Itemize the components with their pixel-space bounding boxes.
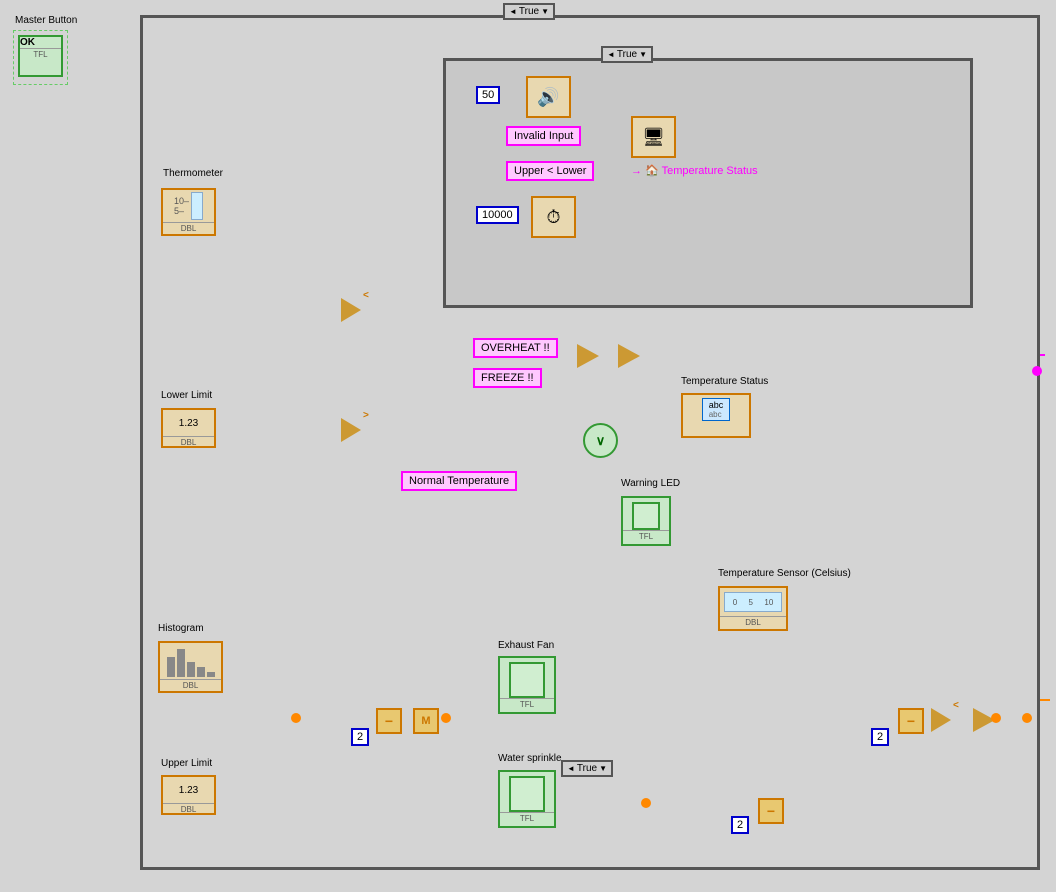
exhaust-fan[interactable]: TFL (498, 656, 556, 714)
less-than-comparator-right[interactable]: < (931, 708, 951, 732)
pink-terminal-dot (1032, 366, 1042, 376)
histogram-dbl: DBL (160, 679, 221, 690)
subtract-node-left[interactable]: − (376, 708, 402, 734)
number-2-right[interactable]: 2 (871, 728, 889, 746)
exhaust-fan-tfl: TFL (500, 698, 554, 709)
exhaust-fan-label: Exhaust Fan (498, 640, 554, 651)
temp-sensor-label: Temperature Sensor (Celsius) (718, 568, 851, 579)
upper-limit-dbl: DBL (163, 803, 214, 814)
overheat-label: OVERHEAT !! (473, 338, 558, 358)
true-selector-inner[interactable]: True (601, 46, 653, 63)
master-button-selection (13, 30, 68, 85)
lower-limit[interactable]: 1.23 DBL (161, 408, 216, 448)
led-display (632, 502, 660, 530)
or-gate[interactable]: ∨ (583, 423, 618, 458)
temp-status-label: Temperature Status (681, 376, 768, 387)
fan-display (509, 662, 545, 698)
lower-limit-value: 1.23 (179, 418, 198, 429)
true-selector-main[interactable]: True (503, 3, 555, 20)
less-than-comparator-1[interactable]: < (341, 298, 361, 322)
greater-than-comparator[interactable]: > (341, 418, 361, 442)
timer-node[interactable]: ⏱ (531, 196, 576, 238)
temp-status-arrow-label: → 🏠 Temperature Status (631, 164, 758, 177)
sprinkler-display (509, 776, 545, 812)
upper-limit-label: Upper Limit (161, 758, 212, 769)
warning-led-label: Warning LED (621, 478, 680, 489)
water-sprinkler-label: Water sprinkle (498, 753, 562, 764)
temperature-sensor[interactable]: 0510 DBL (718, 586, 788, 631)
orange-dot-left (291, 713, 301, 723)
select-node-1[interactable] (577, 344, 599, 368)
normal-temp-label: Normal Temperature (401, 471, 517, 491)
sound-icon: 🔊 (537, 87, 559, 108)
orange-dot-far-right (1022, 713, 1032, 723)
thermometer-label: Thermometer (163, 168, 223, 179)
monitor-node[interactable]: 🖥 (631, 116, 676, 158)
histogram-label: Histogram (158, 623, 204, 634)
invalid-input-label: Invalid Input (506, 126, 581, 146)
freeze-label: FREEZE !! (473, 368, 542, 388)
warning-led[interactable]: TFL (621, 496, 671, 546)
water-sprinkler-tfl: TFL (500, 812, 554, 823)
number-2-left[interactable]: 2 (351, 728, 369, 746)
sound-node[interactable]: 🔊 (526, 76, 571, 118)
number-10000[interactable]: 10000 (476, 206, 519, 224)
subtract-node-water[interactable]: − (758, 798, 784, 824)
thermometer-dbl: DBL (163, 222, 214, 233)
upper-lower-label: Upper < Lower (506, 161, 594, 181)
temp-sensor-dbl: DBL (720, 616, 786, 627)
master-button-label: Master Button (15, 15, 77, 26)
select-node-2[interactable] (618, 344, 640, 368)
histogram[interactable]: DBL (158, 641, 223, 693)
lower-limit-dbl: DBL (163, 436, 214, 447)
monitor-icon: 🖥 (642, 127, 665, 148)
timer-icon: ⏱ (546, 207, 560, 228)
lower-limit-label: Lower Limit (161, 390, 212, 401)
number-50[interactable]: 50 (476, 86, 500, 104)
water-sprinkler[interactable]: TFL (498, 770, 556, 828)
number-2-water[interactable]: 2 (731, 816, 749, 834)
warning-led-tfl: TFL (623, 530, 669, 541)
orange-dot-right (991, 713, 1001, 723)
temperature-status[interactable]: abc abc (681, 393, 751, 438)
subtract-node-right[interactable]: − (898, 708, 924, 734)
or-icon: ∨ (596, 433, 606, 449)
multiply-node[interactable]: M (413, 708, 439, 734)
upper-limit[interactable]: 1.23 DBL (161, 775, 216, 815)
true-selector-water[interactable]: True (561, 760, 613, 777)
temp-status-abc: abc abc (702, 398, 731, 421)
thermometer[interactable]: 10–5– DBL (161, 188, 216, 236)
orange-dot-mid (441, 713, 451, 723)
main-frame: True 50 🔊 Invalid Input 🖥 Upper < Lower (140, 15, 1040, 870)
inner-frame-top: True 50 🔊 Invalid Input 🖥 Upper < Lower (443, 58, 973, 308)
orange-dot-water (641, 798, 651, 808)
upper-limit-value: 1.23 (179, 785, 198, 796)
